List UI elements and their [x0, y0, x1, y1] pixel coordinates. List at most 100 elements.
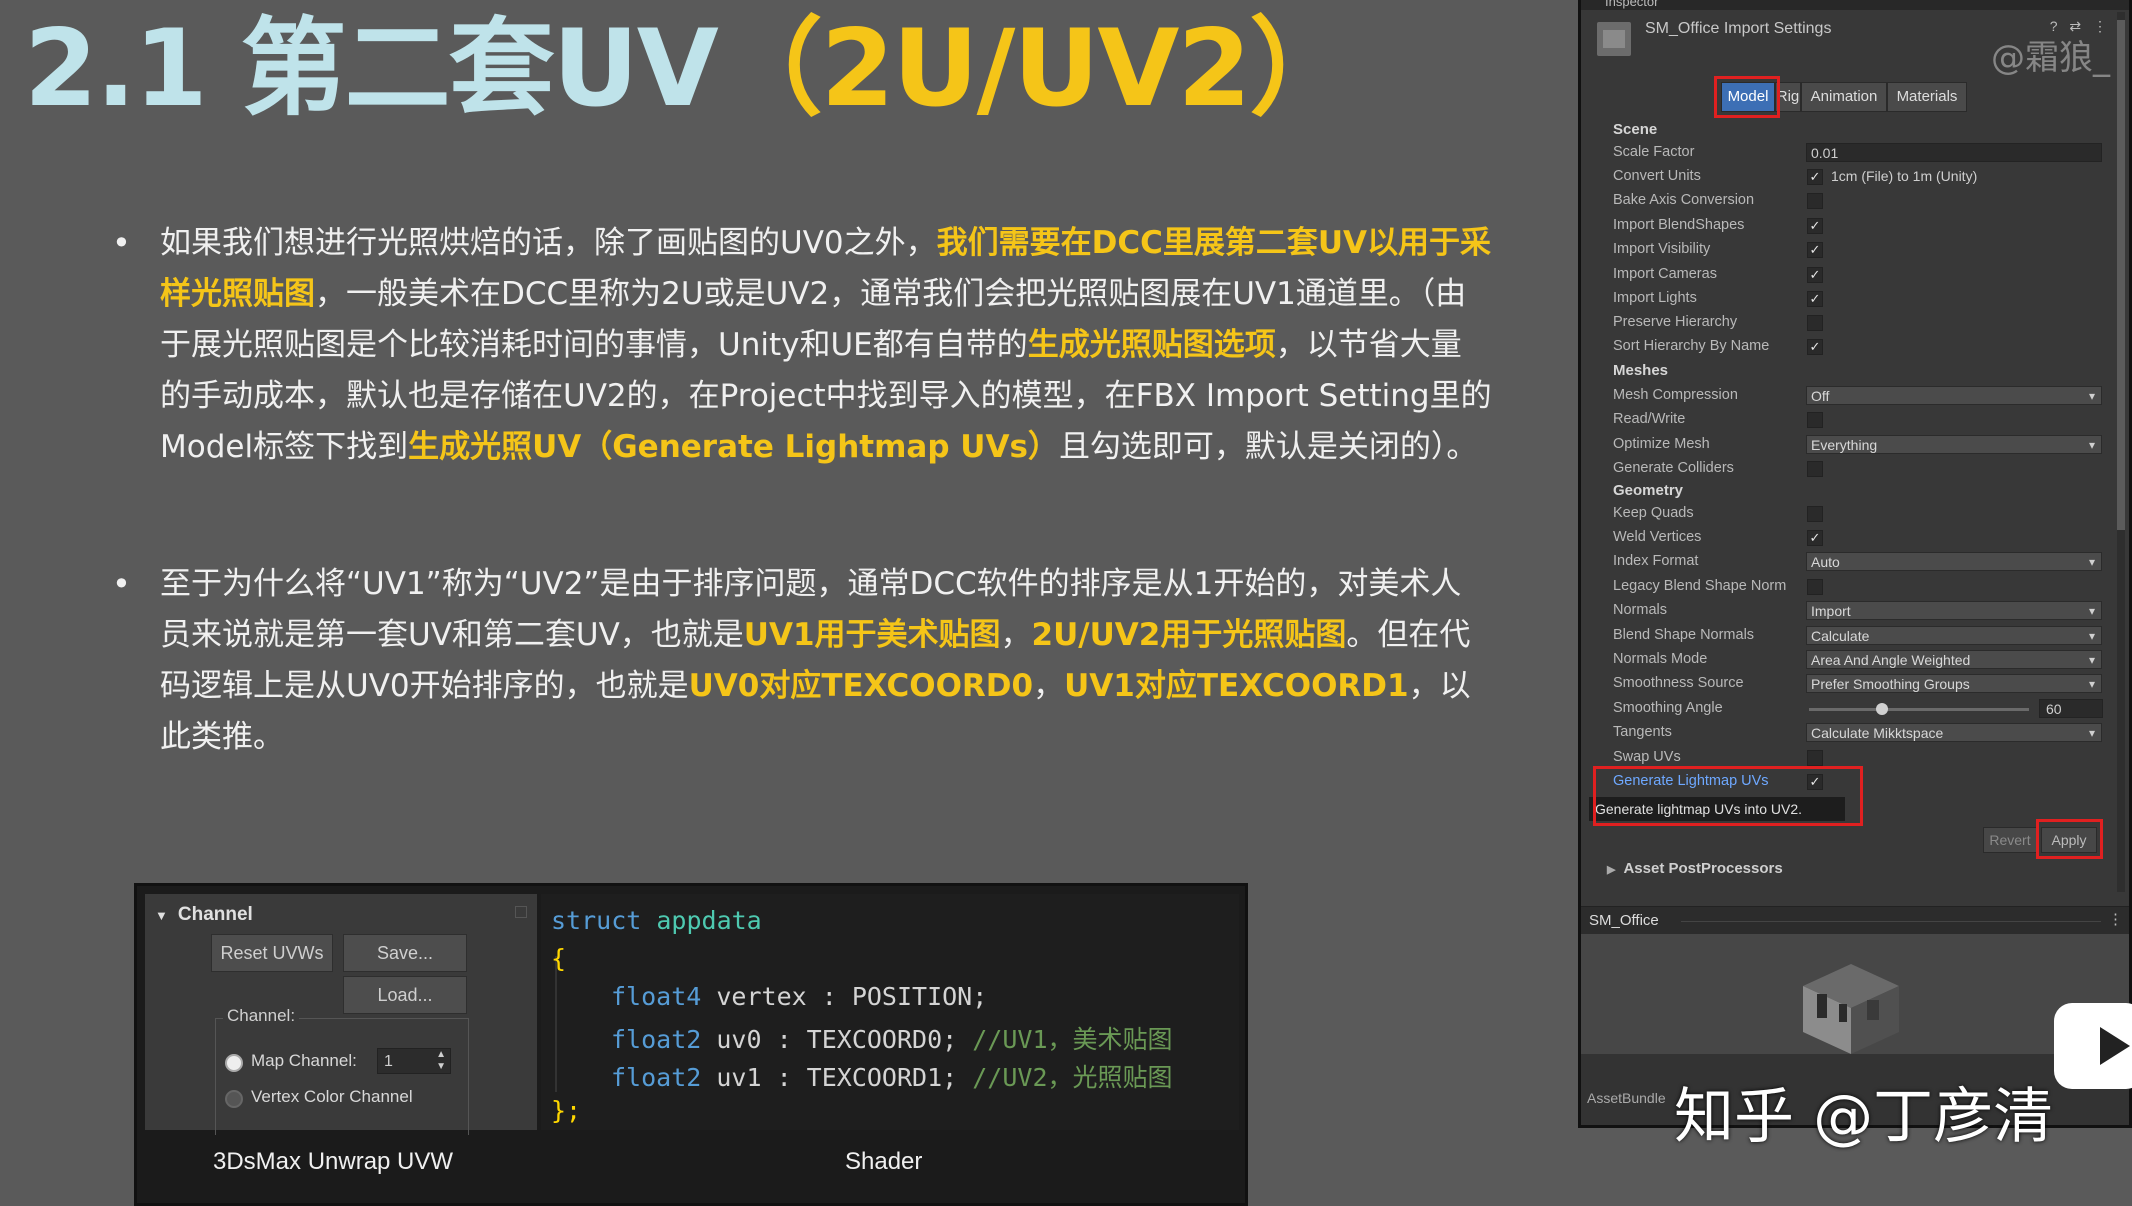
collapse-arrow-icon[interactable]: ▼: [155, 908, 168, 923]
channel-group: [215, 1018, 469, 1135]
text-segment: ，: [1000, 617, 1032, 653]
sort-hierarchy-checkbox[interactable]: ✓: [1807, 339, 1823, 355]
assetbundle-label: AssetBundle: [1587, 1090, 1666, 1106]
label-mesh-compression: Mesh Compression: [1613, 387, 1738, 403]
tangents-dropdown[interactable]: Calculate Mikktspace: [1806, 723, 2102, 743]
map-channel-label: Map Channel:: [251, 1051, 357, 1070]
inspector-tab[interactable]: Inspector: [1581, 0, 2129, 10]
label-swap-uvs: Swap UVs: [1613, 749, 1681, 765]
normals-dropdown[interactable]: Import: [1806, 601, 2102, 621]
weld-vertices-checkbox[interactable]: ✓: [1807, 530, 1823, 546]
office-model-thumbnail-icon: [1803, 964, 1899, 1054]
highlight-box-apply: [2036, 819, 2103, 859]
code-keyword: struct: [551, 906, 642, 935]
label-smoothness-source: Smoothness Source: [1613, 675, 1744, 691]
label-import-blendshapes: Import BlendShapes: [1613, 217, 1745, 233]
vertex-color-label: Vertex Color Channel: [251, 1087, 413, 1106]
highlight-box-model-tab: [1714, 76, 1780, 118]
label-normals-mode: Normals Mode: [1613, 651, 1708, 667]
label-smoothing-angle: Smoothing Angle: [1613, 700, 1723, 716]
bullet-text: 如果我们想进行光照烘焙的话，除了画贴图的UV0之外，我们需要在DCC里展第二套U…: [160, 218, 1492, 473]
text-segment: 且勾选即可，默认是关闭的）。: [1058, 429, 1478, 465]
smoothing-angle-slider[interactable]: [1809, 708, 2029, 711]
label-legacy-blend: Legacy Blend Shape Norm: [1613, 578, 1787, 594]
code-line: float4 vertex : POSITION;: [611, 982, 987, 1011]
spinner-arrows-icon[interactable]: ▲ ▼: [436, 1049, 446, 1073]
map-channel-value: 1: [384, 1053, 393, 1070]
code-type: float4: [611, 982, 702, 1011]
import-cameras-checkbox[interactable]: ✓: [1807, 267, 1823, 283]
legacy-blend-checkbox[interactable]: [1807, 579, 1823, 595]
swap-uvs-checkbox[interactable]: [1807, 750, 1823, 766]
text-segment: 如果我们想进行光照烘焙的话，除了画贴图的UV0之外，: [160, 225, 937, 261]
asset-postprocessors-foldout[interactable]: ▶ Asset PostProcessors: [1607, 860, 1783, 877]
rollout-header[interactable]: ▼ Channel: [155, 904, 253, 926]
vertex-color-radio[interactable]: [225, 1090, 243, 1108]
import-lights-checkbox[interactable]: ✓: [1807, 291, 1823, 307]
map-channel-spinner[interactable]: 1 ▲ ▼: [377, 1048, 451, 1074]
slide-title: 2.1 第二套UV（2U/UV2）: [24, 0, 1355, 144]
smoothness-source-dropdown[interactable]: Prefer Smoothing Groups: [1806, 674, 2102, 694]
label-blend-shape-normals: Blend Shape Normals: [1613, 627, 1755, 643]
postprocessors-label: Asset PostProcessors: [1623, 860, 1783, 877]
code-comment: //UV1，美术贴图: [972, 1025, 1173, 1054]
bake-axis-checkbox[interactable]: [1807, 193, 1823, 209]
unwrap-uvw-rollout: ▼ Channel Reset UVWs Save... Load... Chan…: [145, 894, 537, 1135]
preview-divider: [1681, 921, 2101, 922]
inspector-tab-label: Inspector: [1605, 0, 1659, 9]
index-format-dropdown[interactable]: Auto: [1806, 552, 2102, 572]
bullet-dot: •: [112, 565, 131, 603]
read-write-checkbox[interactable]: [1807, 412, 1823, 428]
section-scene: Scene: [1613, 121, 1658, 138]
import-visibility-checkbox[interactable]: ✓: [1807, 242, 1823, 258]
preview-header: SM_Office ⋮: [1581, 906, 2129, 935]
highlight-segment: 2U/UV2用于光照贴图: [1031, 617, 1347, 653]
model-preview[interactable]: [1581, 934, 2129, 1054]
label-optimize-mesh: Optimize Mesh: [1613, 436, 1710, 452]
video-play-icon[interactable]: [2054, 1003, 2132, 1089]
indent-guide: [555, 956, 557, 1092]
inspector-scrollbar-thumb[interactable]: [2117, 20, 2125, 530]
normals-mode-dropdown[interactable]: Area And Angle Weighted: [1806, 650, 2102, 670]
label-read-write: Read/Write: [1613, 411, 1686, 427]
convert-units-checkbox[interactable]: ✓: [1807, 169, 1823, 185]
highlight-segment: 生成光照贴图选项: [1027, 327, 1276, 363]
bullet-item: • 至于为什么将“UV1”称为“UV2”是由于排序问题，通常DCC软件的排序是从…: [112, 559, 1492, 763]
label-keep-quads: Keep Quads: [1613, 505, 1694, 521]
revert-button[interactable]: Revert: [1983, 827, 2037, 853]
bullet-item: • 如果我们想进行光照烘焙的话，除了画贴图的UV0之外，我们需要在DCC里展第二…: [112, 218, 1492, 473]
title-highlight: （2U/UV2）: [716, 7, 1355, 130]
generate-colliders-checkbox[interactable]: [1807, 461, 1823, 477]
optimize-mesh-dropdown[interactable]: Everything: [1806, 435, 2102, 455]
highlight-segment: UV1对应TEXCOORD1: [1064, 668, 1409, 704]
model-file-icon: [1597, 22, 1631, 56]
label-weld-vertices: Weld Vertices: [1613, 529, 1702, 545]
smoothing-angle-input[interactable]: 60: [2039, 699, 2103, 718]
tab-animation[interactable]: Animation: [1801, 82, 1887, 112]
tab-materials[interactable]: Materials: [1887, 82, 1967, 112]
import-blendshapes-checkbox[interactable]: ✓: [1807, 218, 1823, 234]
preview-menu-icon[interactable]: ⋮: [2108, 910, 2123, 928]
code-line: float2 uv1 : TEXCOORD1; //UV2，光照贴图: [611, 1058, 1173, 1094]
unity-inspector: Inspector SM_Office Import Settings ? ⇄ …: [1578, 0, 2132, 1128]
title-main: 2.1 第二套UV: [24, 7, 719, 130]
mesh-compression-dropdown[interactable]: Off: [1806, 386, 2102, 406]
example-image-panel: ▼ Channel Reset UVWs Save... Load... Chan…: [134, 883, 1248, 1206]
label-scale-factor: Scale Factor: [1613, 144, 1695, 160]
preserve-hierarchy-checkbox[interactable]: [1807, 315, 1823, 331]
section-geometry: Geometry: [1613, 482, 1684, 499]
foldout-arrow-icon[interactable]: ▶: [1607, 864, 1615, 876]
load-button[interactable]: Load...: [343, 976, 467, 1014]
import-settings-title: SM_Office Import Settings: [1645, 20, 1832, 37]
caption-3dsmax: 3DsMax Unwrap UVW: [213, 1148, 454, 1175]
save-button[interactable]: Save...: [343, 934, 467, 972]
convert-units-note: 1cm (File) to 1m (Unity): [1831, 168, 1978, 184]
map-channel-radio[interactable]: [225, 1054, 243, 1072]
code-text: uv0 : TEXCOORD0;: [701, 1025, 973, 1054]
caption-shader: Shader: [845, 1148, 923, 1175]
keep-quads-checkbox[interactable]: [1807, 506, 1823, 522]
reset-uvws-button[interactable]: Reset UVWs: [211, 934, 333, 972]
blend-shape-normals-dropdown[interactable]: Calculate: [1806, 626, 2102, 646]
smoothing-angle-slider-knob[interactable]: [1876, 703, 1889, 715]
scale-factor-input[interactable]: 0.01: [1806, 143, 2102, 162]
